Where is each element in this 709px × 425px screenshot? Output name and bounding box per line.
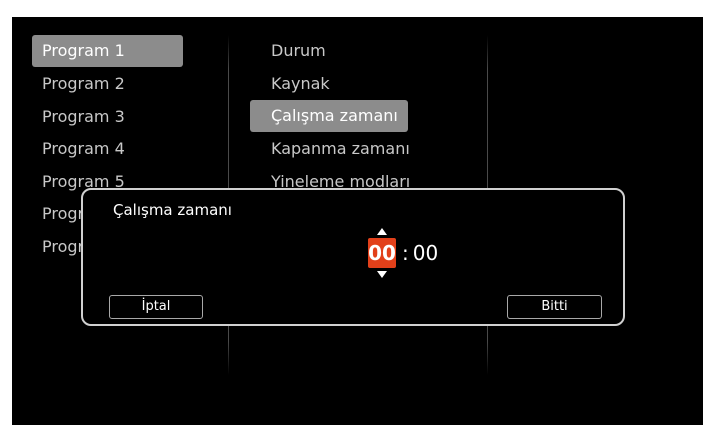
program-item-3[interactable]: Program 3 — [32, 100, 182, 134]
time-dialog: Çalışma zamanı 00 : 00 İptal Bitti — [81, 188, 625, 326]
minute-value[interactable]: 00 — [413, 241, 438, 265]
time-picker: 00 : 00 — [368, 228, 438, 278]
time-separator: : — [402, 241, 409, 265]
hour-value[interactable]: 00 — [368, 238, 396, 268]
hour-field[interactable]: 00 — [368, 228, 396, 278]
cancel-button[interactable]: İptal — [109, 295, 203, 319]
settings-item-durum[interactable]: Durum — [250, 34, 410, 68]
program-item-4[interactable]: Program 4 — [32, 132, 182, 166]
settings-item-kaynak[interactable]: Kaynak — [250, 67, 410, 101]
triangle-down-icon[interactable] — [377, 271, 387, 278]
program-item-2[interactable]: Program 2 — [32, 67, 182, 101]
settings-item-calisma-zamani[interactable]: Çalışma zamanı — [250, 100, 408, 133]
triangle-up-icon[interactable] — [377, 228, 387, 235]
settings-list: Durum Kaynak Çalışma zamanı Kapanma zama… — [250, 34, 410, 197]
done-button[interactable]: Bitti — [507, 295, 602, 319]
dialog-title: Çalışma zamanı — [113, 201, 232, 219]
settings-item-kapanma-zamani[interactable]: Kapanma zamanı — [250, 132, 410, 166]
program-item-1[interactable]: Program 1 — [32, 35, 183, 67]
